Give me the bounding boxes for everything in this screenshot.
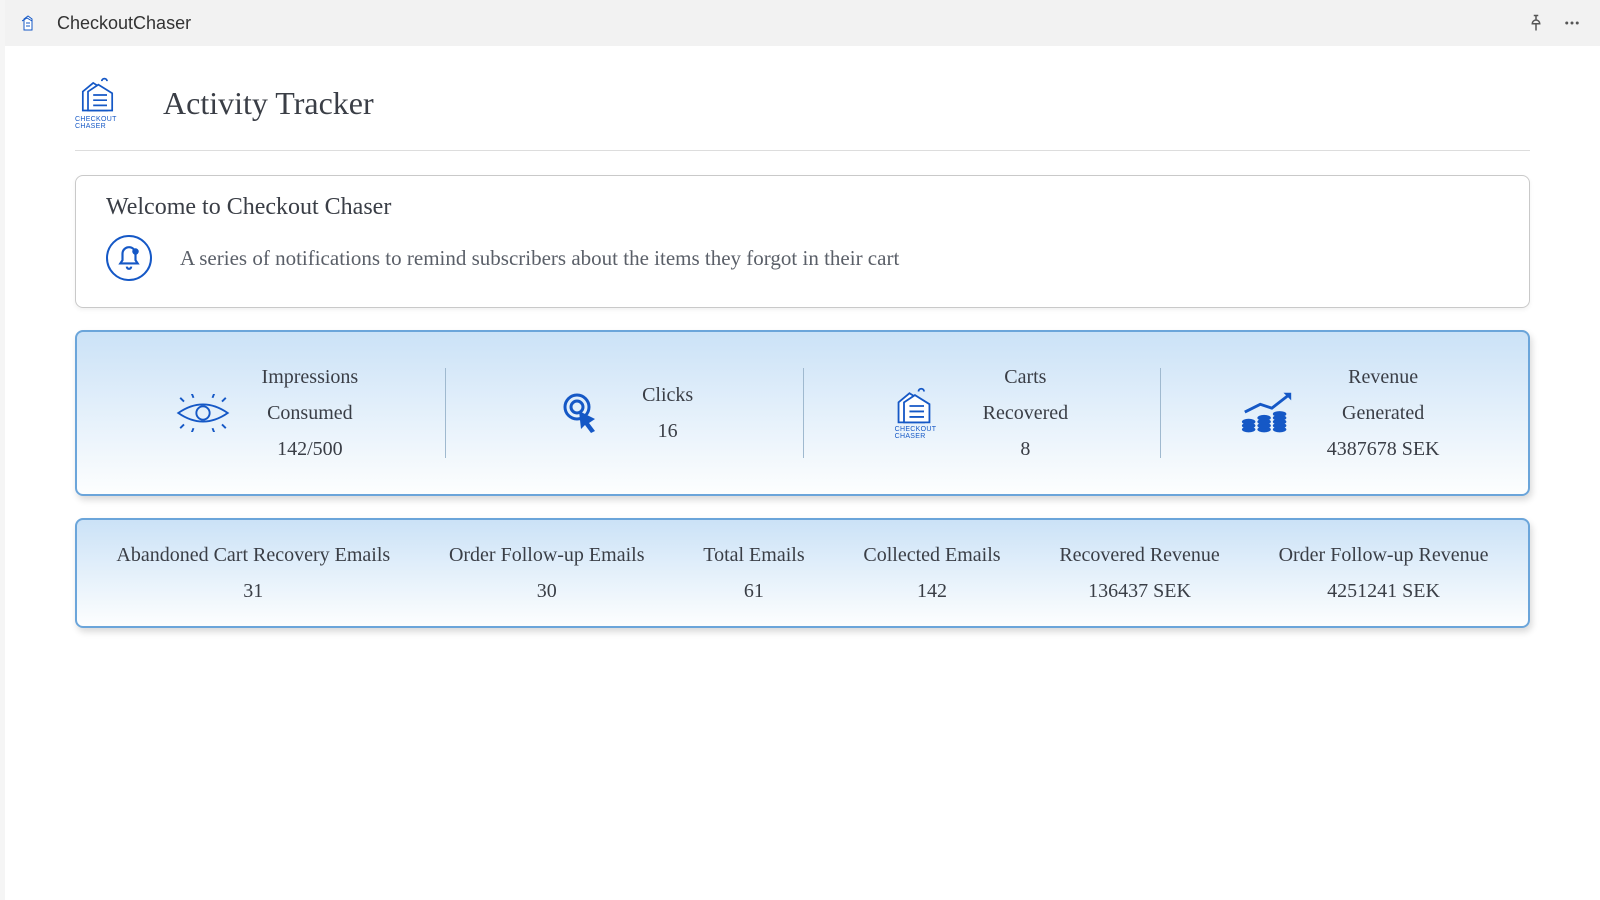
page-logo: CHECKOUT CHASER bbox=[75, 76, 139, 130]
metric-followup: Order Follow-up Emails 30 bbox=[449, 540, 645, 606]
metric-collected: Collected Emails 142 bbox=[863, 540, 1000, 606]
stat-panel: Impressions Consumed 142/500 Clicks 16 bbox=[75, 330, 1530, 496]
welcome-subtext: A series of notifications to remind subs… bbox=[180, 246, 899, 271]
logo-caption: CHECKOUT CHASER bbox=[75, 116, 139, 130]
app-logo-icon bbox=[21, 11, 45, 35]
stat-impressions-label2: Consumed bbox=[267, 398, 353, 428]
metric-abandoned: Abandoned Cart Recovery Emails 31 bbox=[116, 540, 390, 606]
stat-carts-value: 8 bbox=[1020, 434, 1030, 464]
stat-impressions: Impressions Consumed 142/500 bbox=[87, 362, 445, 464]
metric-recovered-rev-value: 136437 SEK bbox=[1088, 576, 1191, 606]
notification-bell-icon bbox=[106, 235, 152, 281]
metric-total-label: Total Emails bbox=[703, 540, 804, 570]
stat-carts-label2: Recovered bbox=[983, 398, 1069, 428]
checkout-chaser-logo-icon bbox=[81, 76, 133, 114]
pin-button[interactable] bbox=[1524, 11, 1548, 35]
welcome-card: Welcome to Checkout Chaser A series of n… bbox=[75, 175, 1530, 308]
stat-impressions-value: 142/500 bbox=[277, 434, 343, 464]
stat-revenue: Revenue Generated 4387678 SEK bbox=[1160, 362, 1518, 464]
metric-abandoned-value: 31 bbox=[243, 576, 263, 606]
metric-collected-value: 142 bbox=[917, 576, 947, 606]
metric-recovered-rev-label: Recovered Revenue bbox=[1059, 540, 1219, 570]
revenue-growth-icon bbox=[1239, 390, 1297, 436]
metric-followup-value: 30 bbox=[537, 576, 557, 606]
metrics-panel: Abandoned Cart Recovery Emails 31 Order … bbox=[75, 518, 1530, 628]
app-title: CheckoutChaser bbox=[57, 13, 191, 34]
stat-revenue-label2: Generated bbox=[1342, 398, 1424, 428]
metric-followup-rev-value: 4251241 SEK bbox=[1327, 576, 1440, 606]
metric-total: Total Emails 61 bbox=[703, 540, 804, 606]
metric-abandoned-label: Abandoned Cart Recovery Emails bbox=[116, 540, 390, 570]
stat-revenue-label1: Revenue bbox=[1348, 362, 1418, 392]
stat-carts-label1: Carts bbox=[1004, 362, 1046, 392]
welcome-heading: Welcome to Checkout Chaser bbox=[106, 194, 1499, 221]
cart-icon-caption: CHECKOUT CHASER bbox=[895, 426, 953, 440]
page-title: Activity Tracker bbox=[163, 85, 374, 122]
metric-total-value: 61 bbox=[744, 576, 764, 606]
cart-recovered-icon: CHECKOUT CHASER bbox=[895, 390, 953, 436]
stat-carts: CHECKOUT CHASER Carts Recovered 8 bbox=[803, 362, 1161, 464]
topbar: CheckoutChaser bbox=[5, 0, 1600, 46]
metric-followup-rev-label: Order Follow-up Revenue bbox=[1279, 540, 1489, 570]
more-button[interactable] bbox=[1560, 11, 1584, 35]
content-area: CHECKOUT CHASER Activity Tracker Welcome… bbox=[5, 46, 1600, 900]
click-icon bbox=[554, 390, 612, 436]
metric-followup-rev: Order Follow-up Revenue 4251241 SEK bbox=[1279, 540, 1489, 606]
stat-clicks-value: 16 bbox=[658, 416, 678, 446]
stat-clicks: Clicks 16 bbox=[445, 362, 803, 464]
stat-impressions-label1: Impressions bbox=[262, 362, 359, 392]
metric-recovered-rev: Recovered Revenue 136437 SEK bbox=[1059, 540, 1219, 606]
stat-revenue-value: 4387678 SEK bbox=[1327, 434, 1440, 464]
metric-followup-label: Order Follow-up Emails bbox=[449, 540, 645, 570]
eye-icon bbox=[174, 390, 232, 436]
page-header: CHECKOUT CHASER Activity Tracker bbox=[75, 76, 1530, 151]
stat-clicks-label: Clicks bbox=[642, 380, 693, 410]
metric-collected-label: Collected Emails bbox=[863, 540, 1000, 570]
